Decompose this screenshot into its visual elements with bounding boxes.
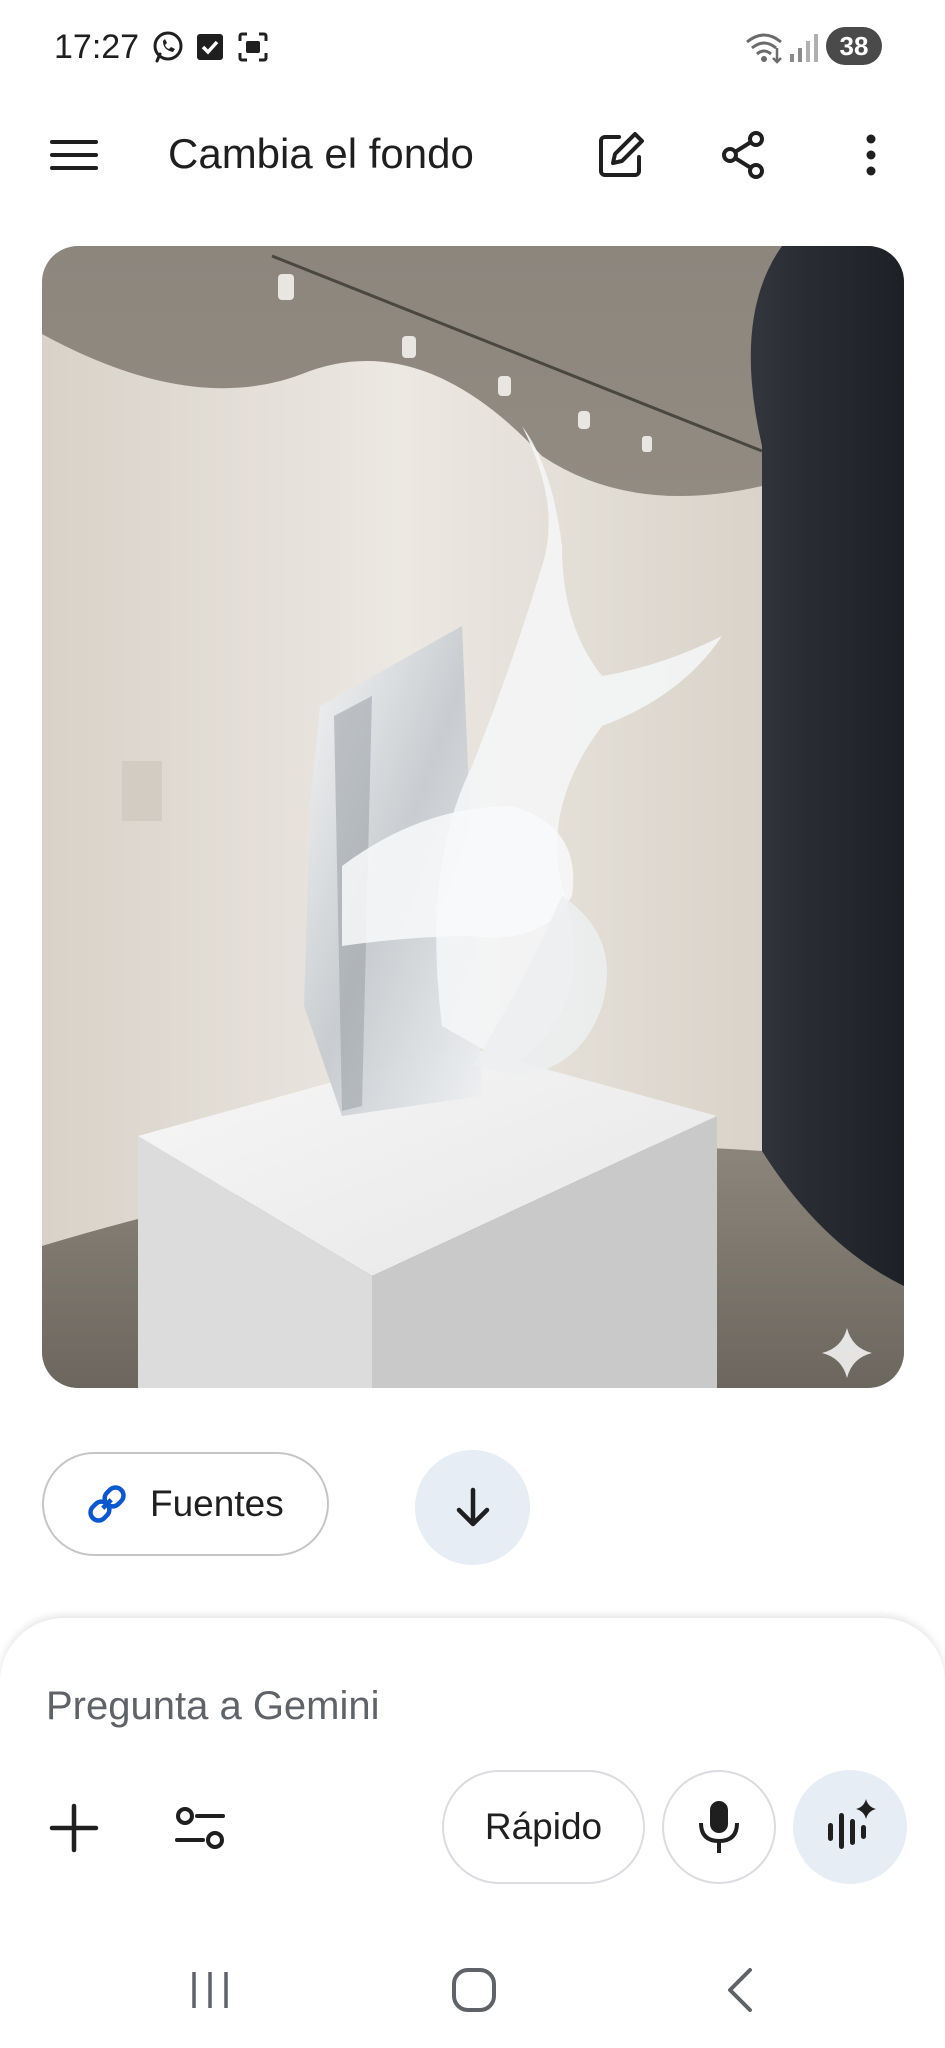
recents-button[interactable] [175,1960,245,2020]
live-icon [828,1799,876,1849]
signal-icon [790,34,818,62]
link-icon [88,1485,126,1523]
model-mode-selector[interactable]: Rápido [442,1770,645,1884]
model-mode-label: Rápido [484,1806,603,1847]
home-button[interactable] [439,1960,509,2020]
sculpture-gallery-image [42,246,904,1388]
add-attachment-button[interactable] [34,1788,114,1868]
more-vert-icon [866,134,876,176]
back-button[interactable] [705,1960,775,2020]
battery-icon: 38 [826,27,882,65]
hamburger-menu-icon [50,140,98,170]
generated-image[interactable] [42,246,904,1388]
more-options-button[interactable] [838,122,904,188]
plus-icon [49,1803,99,1853]
status-bar: 17:27 38 [0,0,945,96]
sources-button[interactable]: Fuentes [42,1452,329,1556]
mic-icon [699,1801,739,1853]
arrow-down-icon [456,1487,489,1526]
screenshot-icon [238,32,268,62]
gemini-screen: 17:27 38 Cambia el fondo Fuentes Pregunt… [0,0,945,2048]
tools-button[interactable] [160,1788,240,1868]
menu-button[interactable] [36,125,112,185]
edit-button[interactable] [588,122,654,188]
share-button[interactable] [711,122,777,188]
whatsapp-icon [153,31,183,63]
microphone-button[interactable] [662,1770,776,1884]
wifi-icon [746,33,782,64]
tools-icon [175,1807,225,1849]
share-icon [722,131,764,179]
conversation-title[interactable]: Cambia el fondo [168,130,474,178]
back-icon [728,1968,752,2012]
home-icon [452,1968,496,2012]
status-time: 17:27 [54,28,140,66]
checkbox-notification-icon [197,34,223,60]
live-mode-button[interactable] [793,1770,907,1884]
scroll-down-button[interactable] [415,1450,530,1565]
system-navigation-bar [0,1940,945,2040]
recents-icon [192,1972,228,2008]
prompt-input[interactable] [46,1676,846,1736]
sources-label: Fuentes [150,1483,284,1524]
edit-icon [599,132,644,177]
app-bar: Cambia el fondo [0,100,945,210]
